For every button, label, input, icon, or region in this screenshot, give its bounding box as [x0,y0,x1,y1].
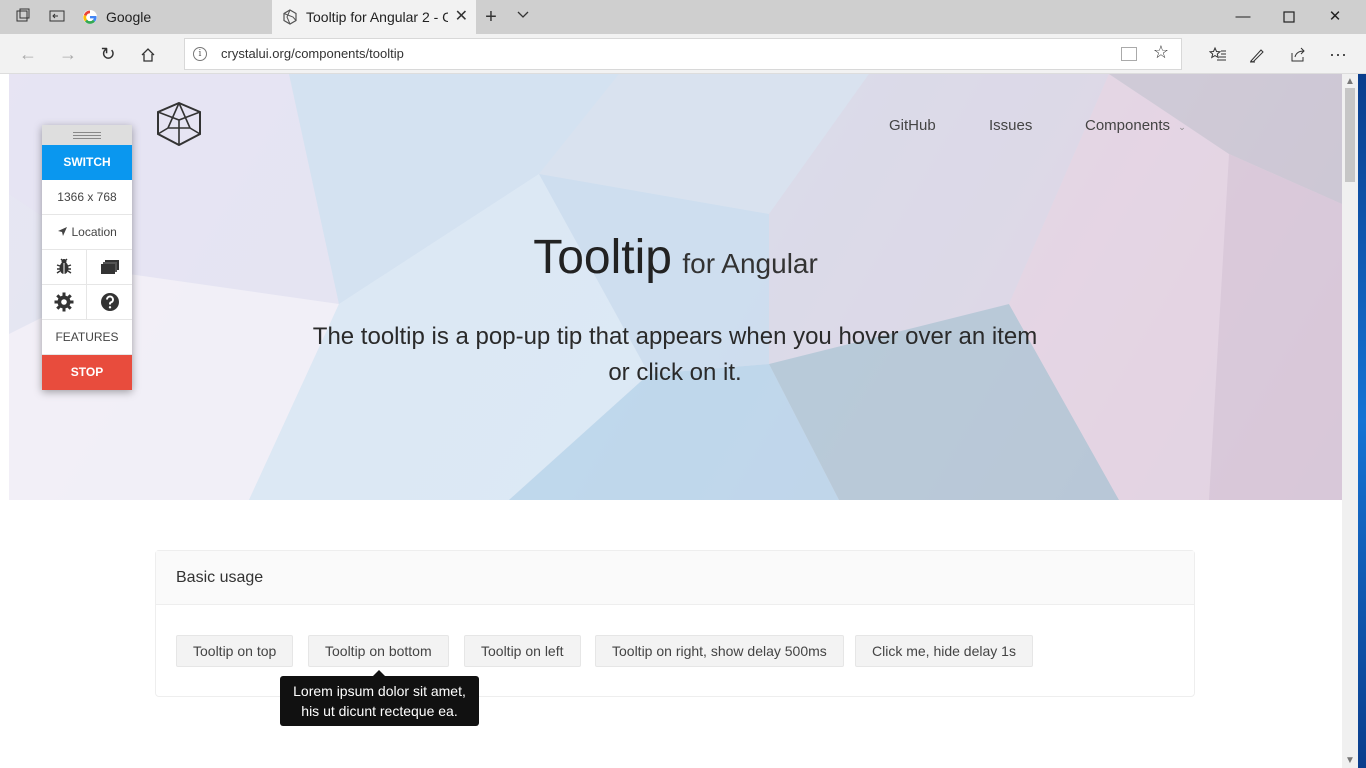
forward-button[interactable]: → [56,42,80,66]
tooltip-right-button[interactable]: Tooltip on right, show delay 500ms [595,635,844,667]
url-text[interactable]: crystalui.org/components/tooltip [221,39,404,69]
desktop-edge [1358,74,1366,768]
nav-issues-link[interactable]: Issues [989,117,1032,134]
scrollbar-thumb[interactable] [1345,88,1355,182]
crystal-logo-icon[interactable] [154,102,204,146]
tab-title: Tooltip for Angular 2 - Cr [306,9,448,25]
home-button[interactable] [136,42,160,66]
share-icon[interactable] [1286,42,1310,66]
nav-components-label: Components [1085,117,1171,134]
reading-view-icon[interactable] [1121,47,1137,61]
bug-icon[interactable] [42,250,87,285]
switch-button[interactable]: SWITCH [42,145,132,180]
tooltip-bottom-button[interactable]: Tooltip on bottom [308,635,449,667]
tab-tooltip[interactable]: Tooltip for Angular 2 - Cr ✕ [272,0,476,34]
page-title-main: Tooltip [533,231,672,284]
page-viewport: GitHub Issues Components ⌄ Tooltip for A… [9,74,1342,768]
drag-handle[interactable] [42,125,132,145]
tooltip-line: Lorem ipsum dolor sit amet, [293,683,466,699]
polygon-background [9,74,1342,500]
scroll-up-icon[interactable]: ▲ [1345,76,1355,87]
tools-row-2 [42,285,132,320]
location-arrow-icon [57,225,71,239]
site-info-icon[interactable]: i [193,47,207,61]
close-tab-icon[interactable]: ✕ [455,0,468,34]
features-button[interactable]: FEATURES [42,320,132,355]
maximize-button[interactable] [1266,0,1312,34]
chevron-down-icon: ⌄ [1178,122,1186,132]
help-icon[interactable] [87,285,132,320]
favorite-star-icon[interactable]: ☆ [1153,42,1169,63]
browser-titlebar: Google Tooltip for Angular 2 - Cr ✕ + — … [0,0,1366,34]
set-aside-tabs-icon[interactable] [48,8,66,26]
crystal-favicon-icon [283,9,297,25]
page-title: Tooltip for Angular [9,230,1342,285]
new-tab-icon[interactable]: + [482,7,500,27]
tab-manager-icon[interactable] [14,8,32,26]
minimize-button[interactable]: — [1220,0,1266,34]
tab-google[interactable]: Google [72,0,272,34]
resolution-display[interactable]: 1366 x 768 [42,180,132,215]
scroll-down-icon[interactable]: ▼ [1345,755,1355,766]
tooltip-line: his ut dicunt recteque ea. [301,703,458,719]
page-description: The tooltip is a pop-up tip that appears… [312,323,1038,386]
nav-github-link[interactable]: GitHub [889,117,936,134]
tooltip-left-button[interactable]: Tooltip on left [464,635,581,667]
more-menu-icon[interactable]: ··· [1326,42,1350,66]
click-hide-delay-button[interactable]: Click me, hide delay 1s [855,635,1033,667]
back-button[interactable]: ← [16,42,40,66]
card-title: Basic usage [156,551,1194,605]
nav-components-link[interactable]: Components ⌄ [1085,117,1186,134]
screenshots-icon[interactable] [87,250,132,285]
refresh-button[interactable]: ↻ [96,42,120,66]
page-scrollbar[interactable]: ▲ ▼ [1342,74,1358,768]
tooltip-popup: Lorem ipsum dolor sit amet, his ut dicun… [280,670,479,726]
hero-section: GitHub Issues Components ⌄ Tooltip for A… [9,74,1342,500]
page-title-sub: for Angular [682,248,818,279]
close-window-button[interactable]: ✕ [1312,0,1358,34]
navigation-bar: ← → ↻ i crystalui.org/components/tooltip… [0,34,1366,74]
resolution-switcher-panel: SWITCH 1366 x 768 Location FEATURES STOP [42,125,132,390]
tooltip-arrow [373,670,385,676]
favorites-hub-icon[interactable] [1206,42,1230,66]
gear-icon[interactable] [42,285,87,320]
stop-button[interactable]: STOP [42,355,132,390]
address-bar[interactable]: i crystalui.org/components/tooltip ☆ [184,38,1182,70]
google-icon [83,10,97,24]
tooltip-top-button[interactable]: Tooltip on top [176,635,294,667]
tab-title: Google [106,9,152,25]
location-label: Location [71,225,117,239]
basic-usage-card: Basic usage Tooltip on top Tooltip on bo… [155,550,1195,697]
chevron-down-icon[interactable] [514,8,532,26]
web-note-icon[interactable] [1246,42,1270,66]
tools-row-1 [42,250,132,285]
location-button[interactable]: Location [42,215,132,250]
